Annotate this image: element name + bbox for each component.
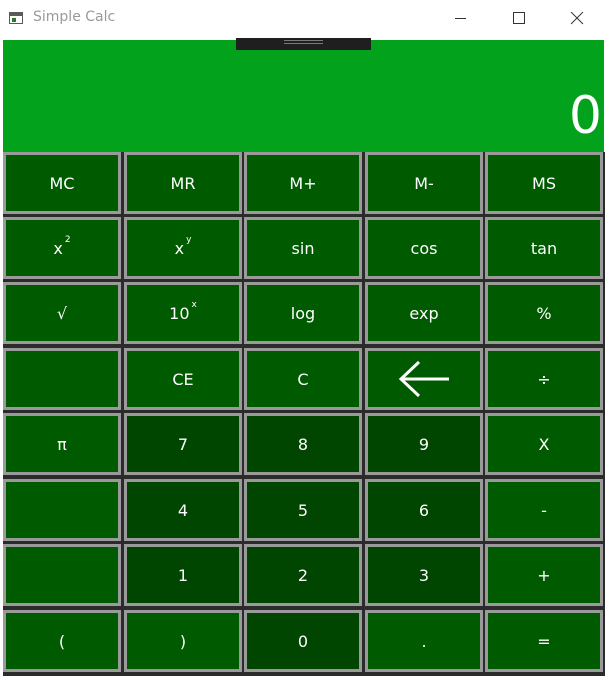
back-arrow-icon	[398, 360, 449, 398]
open-paren-button[interactable]: (	[3, 610, 121, 672]
divide-button[interactable]: ÷	[485, 348, 603, 410]
maximize-button[interactable]	[490, 0, 548, 38]
zero-button[interactable]: 0	[244, 610, 362, 672]
maximize-icon	[513, 12, 525, 24]
ten-power-base: 10	[169, 303, 190, 323]
one-button[interactable]: 1	[124, 544, 242, 606]
clear-entry-button[interactable]: CE	[124, 348, 242, 410]
clear-button[interactable]: C	[244, 348, 362, 410]
log-button[interactable]: log	[244, 282, 362, 344]
six-button[interactable]: 6	[365, 479, 483, 541]
nine-button[interactable]: 9	[365, 413, 483, 475]
x-squared-exponent: 2	[64, 235, 71, 245]
tan-button[interactable]: tan	[485, 217, 603, 279]
close-paren-button[interactable]: )	[124, 610, 242, 672]
blank-button-row7[interactable]	[3, 544, 121, 606]
mr-button[interactable]: MR	[124, 152, 242, 214]
seven-button[interactable]: 7	[124, 413, 242, 475]
sqrt-button[interactable]: √	[3, 282, 121, 344]
two-button[interactable]: 2	[244, 544, 362, 606]
decimal-button[interactable]: .	[365, 610, 483, 672]
ms-button[interactable]: MS	[485, 152, 603, 214]
sin-button[interactable]: sin	[244, 217, 362, 279]
four-button[interactable]: 4	[124, 479, 242, 541]
percent-button[interactable]: %	[485, 282, 603, 344]
x-squared-base: x	[53, 238, 63, 258]
drag-grip-handle[interactable]	[236, 38, 371, 50]
display-value: 0	[568, 86, 602, 146]
exp-button[interactable]: exp	[365, 282, 483, 344]
cos-button[interactable]: cos	[365, 217, 483, 279]
ten-power-exponent: x	[191, 300, 197, 310]
minus-button[interactable]: -	[485, 479, 603, 541]
minimize-icon	[455, 18, 466, 19]
x-squared-button[interactable]: x2	[3, 217, 121, 279]
five-button[interactable]: 5	[244, 479, 362, 541]
blank-button-row4[interactable]	[3, 348, 121, 410]
ten-power-x-button[interactable]: 10 x	[124, 282, 242, 344]
display-panel: 0	[3, 38, 604, 152]
x-power-base: x	[174, 238, 185, 258]
m-plus-button[interactable]: M+	[244, 152, 362, 214]
m-minus-button[interactable]: M-	[365, 152, 483, 214]
x-power-y-button[interactable]: xy	[124, 217, 242, 279]
keypad: MC MR M+ M- MS x2 xy sin cos tan √ 10 x l…	[3, 152, 605, 676]
close-icon	[570, 12, 584, 25]
mc-button[interactable]: MC	[3, 152, 121, 214]
pi-button[interactable]: π	[3, 413, 121, 475]
backspace-button[interactable]	[365, 348, 483, 410]
x-power-exponent: y	[186, 235, 192, 245]
calculator-window: Simple Calc 0 MC MR M+ M- MS x 2 x y sin…	[0, 0, 609, 680]
title-bar[interactable]: Simple Calc	[0, 0, 609, 38]
three-button[interactable]: 3	[365, 544, 483, 606]
plus-button[interactable]: +	[485, 544, 603, 606]
app-icon	[9, 12, 23, 24]
close-button[interactable]	[548, 0, 606, 38]
multiply-button[interactable]: X	[485, 413, 603, 475]
equals-button[interactable]: =	[485, 610, 603, 672]
blank-button-row6[interactable]	[3, 479, 121, 541]
eight-button[interactable]: 8	[244, 413, 362, 475]
minimize-button[interactable]	[432, 0, 490, 38]
window-title: Simple Calc	[33, 9, 116, 25]
